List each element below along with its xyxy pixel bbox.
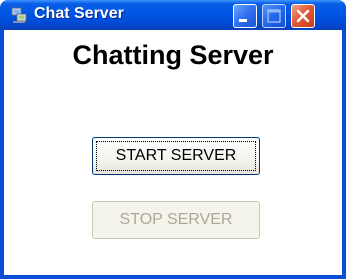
- minimize-icon: [239, 19, 247, 22]
- chat-server-app-icon[interactable]: [10, 6, 28, 24]
- window-title: Chat Server: [34, 5, 124, 22]
- window-client-area: Chatting Server START SERVER STOP SERVER: [4, 30, 342, 275]
- stop-server-label: STOP SERVER: [119, 211, 233, 228]
- start-server-button[interactable]: START SERVER: [92, 137, 260, 175]
- close-icon: [296, 9, 310, 23]
- minimize-button[interactable]: [233, 4, 257, 28]
- stop-server-button[interactable]: STOP SERVER: [92, 201, 260, 239]
- maximize-icon: [267, 9, 281, 23]
- close-button[interactable]: [291, 4, 315, 28]
- maximize-button[interactable]: [262, 4, 286, 28]
- title-bar[interactable]: Chat Server: [0, 0, 346, 30]
- page-heading: Chatting Server: [72, 40, 274, 70]
- start-server-label: START SERVER: [115, 147, 237, 164]
- chat-server-window: Chat Server Chatting Server START SERVER…: [0, 0, 346, 279]
